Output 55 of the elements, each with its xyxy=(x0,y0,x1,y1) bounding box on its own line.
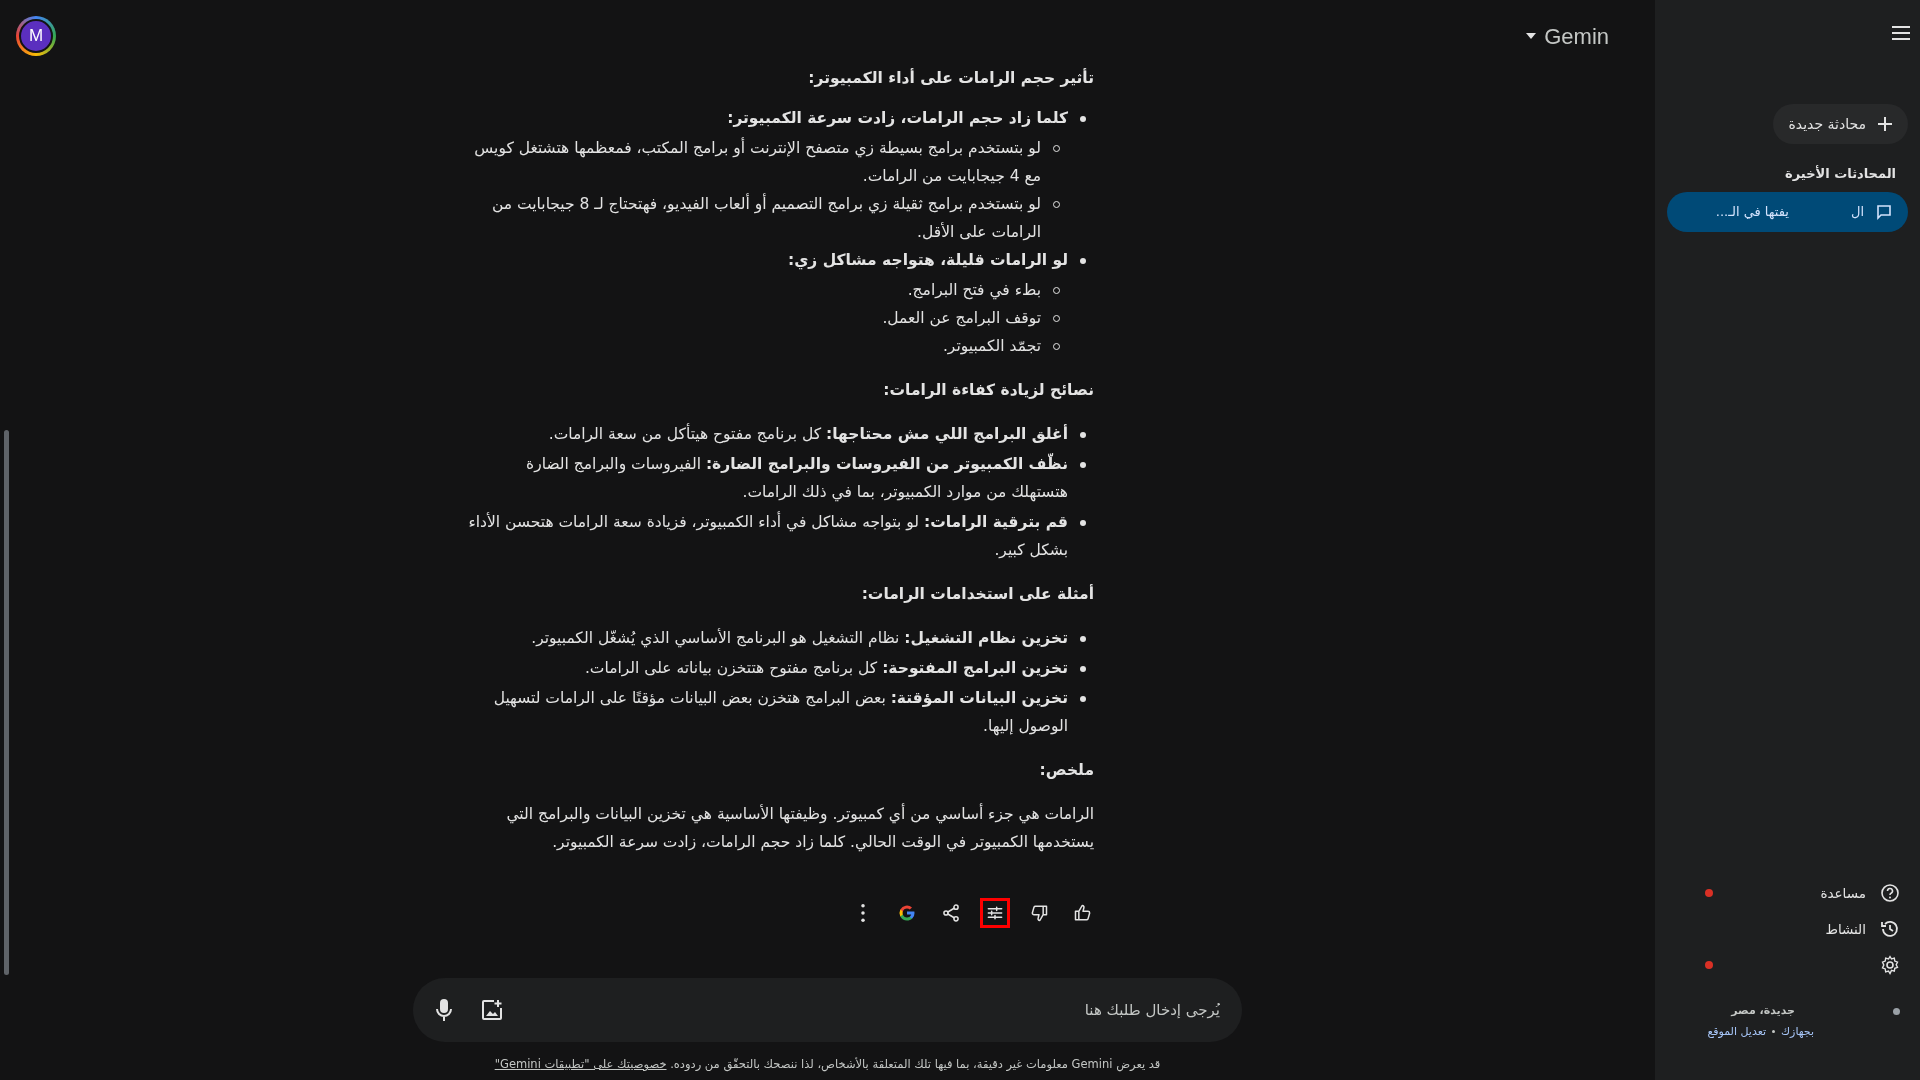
bullet-icon xyxy=(1080,258,1086,264)
chat-icon xyxy=(1876,203,1892,220)
history-icon[interactable] xyxy=(1880,919,1900,939)
bullet-icon xyxy=(1080,520,1086,526)
model-switcher[interactable]: Gemin xyxy=(1526,19,1609,53)
settings-icon[interactable] xyxy=(1880,955,1900,975)
privacy-link[interactable]: خصوصيتك على "تطبيقات Gemini" xyxy=(494,1057,667,1071)
menu-item[interactable]: النشاط xyxy=(1825,918,1866,940)
section-heading: تأثير حجم الرامات على أداء الكمبيوتر: xyxy=(807,67,1094,89)
edit-location-link[interactable]: تعديل الموقع xyxy=(1707,1023,1767,1040)
section-heading: المحادثات الأخيرة xyxy=(1784,164,1896,183)
disclaimer-text: قد يعرض Gemini معلومات غير دقيقة، بما فيها تلك المتعلقة بالأشخاص، لذا ننصحك بالتحقّق من ردوده. خصوصيتك على "تطبيقات Gemini" xyxy=(493,1056,1162,1074)
more-icon xyxy=(861,904,865,922)
scrollbar[interactable] xyxy=(4,430,9,975)
bullet-icon xyxy=(1080,116,1086,122)
bullet-icon xyxy=(1080,462,1086,468)
list-item-text: كلما زاد حجم الرامات، زادت سرعة الكمبيوتر: xyxy=(727,108,1068,129)
list-item-text: بطء في فتح البرامج. xyxy=(907,280,1041,302)
list-item-text: أغلق البرامج اللي مش محتاجها: كل برنامج مفتوح هيتأكل من سعة الرامات. xyxy=(548,422,1068,446)
list-item-text: لو بتستخدم برامج بسيطة زي متصفح الإنترنت أو برامج المكتب، فمعظمها هتشتغل كويس مع 4 جيجابايت من الرامات. xyxy=(473,136,1041,188)
caret-icon xyxy=(1526,33,1537,39)
bullet-icon xyxy=(1080,432,1086,438)
help-icon[interactable] xyxy=(1880,883,1900,903)
bullet-icon xyxy=(1080,696,1086,702)
bullet-icon xyxy=(1080,636,1086,642)
list-item-text: قم بترقية الرامات: لو بتواجه مشاكل في أداء الكمبيوتر، فزيادة سعة الرامات هتحسن الأداء بشكل كبير. xyxy=(468,510,1068,561)
section-heading: نصائح لزيادة كفاءة الرامات: xyxy=(882,380,1094,401)
bullet-icon xyxy=(1080,666,1086,672)
sliders-button[interactable] xyxy=(980,898,1010,928)
thumbs-down-icon xyxy=(1029,903,1049,923)
plus-icon xyxy=(1878,117,1892,131)
prompt-field[interactable]: يُرجى إدخال طلبك هنا xyxy=(413,978,1242,1042)
new-chat-button[interactable]: محادثة جديدة xyxy=(1772,104,1908,144)
menu-icon[interactable] xyxy=(1892,26,1910,40)
list-item-text: تخزين نظام التشغيل: نظام التشغيل هو البرنامج الأساسي الذي يُشغّل الكمبيوتر. xyxy=(531,627,1068,650)
google-g-icon xyxy=(897,903,917,923)
menu-item[interactable]: مساعدة xyxy=(1820,882,1866,904)
thumbs-up-icon xyxy=(1073,903,1093,923)
list-item-text: لو بتستخدم برامج ثقيلة زي برامج التصميم أو ألعاب الفيديو، فهتحتاج لـ 8 جيجابايت من الرامات على الأقل. xyxy=(491,192,1041,243)
list-item-text: نظّف الكمبيوتر من الفيروسات والبرامج الضارة: الفيروسات والبرامج الضارة هتستهلك من موارد الكمبيوتر، بما في ذلك الرامات. xyxy=(525,452,1068,504)
list-item-text: توقف البرامج عن العمل. xyxy=(882,308,1041,329)
add-image-icon[interactable] xyxy=(481,999,503,1021)
summary-paragraph: الرامات هي جزء أساسي من أي كمبيوتر. وظيفتها الأساسية هي تخزين البيانات والبرامج التي يستخدمها الكمبيوتر في الوقت الحالي. كلما زاد حجم الرامات، زادت سرعة الكمبيوتر. xyxy=(505,802,1094,854)
list-item-text: تخزين البيانات المؤقتة: بعض البرامج هتخزن بعض البيانات مؤقتًا على الرامات لتسهيل الوصول إليها. xyxy=(492,688,1068,738)
list-item-text: تخزين البرامج المفتوحة: كل برنامج مفتوح هتتخزن بياناته على الرامات. xyxy=(584,658,1068,680)
prompt-input[interactable]: يُرجى إدخال طلبك هنا xyxy=(620,998,1220,1022)
list-item-text: تجمّد الكمبيوتر. xyxy=(942,336,1041,357)
recent-chat-item[interactable]: ال يفتها في الـ... xyxy=(1667,191,1908,232)
location-source-text: بجهازك xyxy=(1781,1023,1814,1040)
section-heading: ملخص: xyxy=(1038,760,1094,781)
share-icon xyxy=(941,903,961,923)
microphone-icon[interactable] xyxy=(435,998,453,1022)
location-text: جديدة، مصر xyxy=(1731,1003,1795,1019)
section-heading: أمثلة على استخدامات الرامات: xyxy=(860,583,1094,605)
list-item-text: لو الرامات قليلة، هتواجه مشاكل زي: xyxy=(787,250,1068,272)
